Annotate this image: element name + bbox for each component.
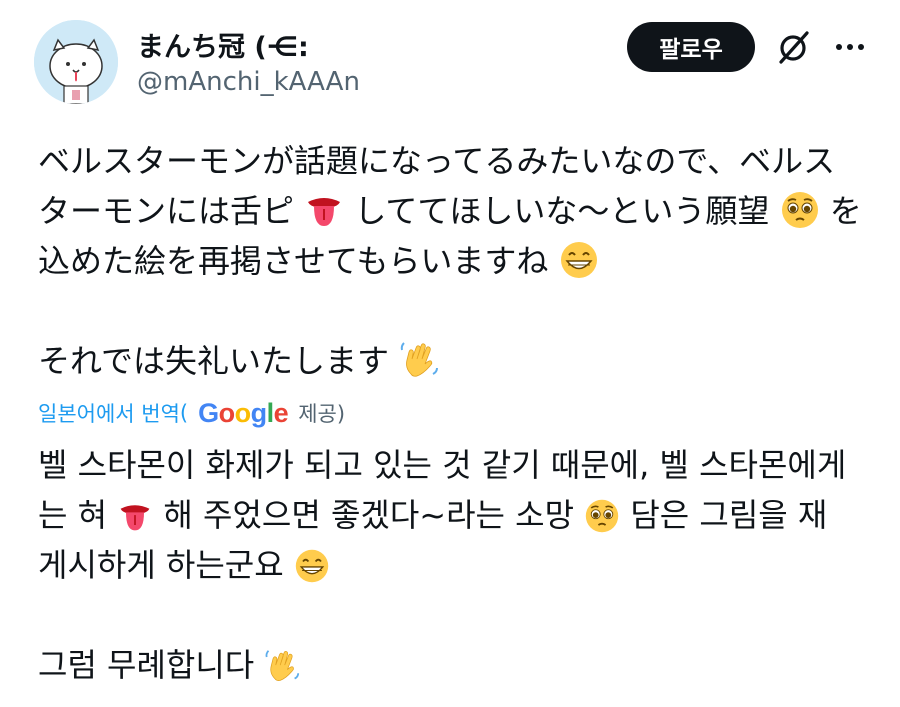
google-logo: Google	[198, 397, 289, 428]
author-handle[interactable]: @mAnchi_kAAAn	[137, 67, 360, 97]
translated-from-label[interactable]: 일본어에서 번역	[38, 398, 180, 428]
tongue-emoji-icon	[308, 198, 341, 226]
translated-text-line-3: 게시하게 하는군요	[38, 540, 878, 590]
post-text-segment: 込めた絵を再掲させてもらいますね	[38, 242, 549, 280]
post-text-segment: ターモンには舌ピ	[38, 192, 295, 230]
translated-text-line-4: 그럼 무례합니다	[38, 640, 878, 690]
translated-text-segment: 게시하게 하는군요	[38, 546, 294, 584]
post-text-segment: それでは失礼いたします	[38, 342, 390, 380]
post-text-line-3: 込めた絵を再掲させてもらいますね	[38, 236, 878, 286]
provided-by-label: 제공)	[298, 402, 346, 426]
pleading-face-emoji-icon	[585, 499, 619, 533]
post-text-line-4: それでは失礼いたします	[38, 336, 878, 386]
translated-text-segment: 그럼 무례합니다	[38, 646, 265, 684]
avatar[interactable]	[34, 20, 118, 104]
waving-hand-emoji-icon	[400, 342, 439, 377]
avatar-image	[34, 20, 118, 104]
post-text-segment: を	[829, 192, 862, 230]
pleading-face-emoji-icon	[781, 192, 818, 228]
post-text-line-2: ターモンには舌ピ しててほしいな〜という願望 を	[38, 186, 878, 236]
follow-button[interactable]: 팔로우	[627, 22, 755, 72]
translated-text-line-1: 벨 스타몬이 화제가 되고 있는 것 같기 때문에, 벨 스타몬에게	[38, 446, 847, 484]
translated-text-line-2: 는 혀 해 주었으면 좋겠다~라는 소망 담은 그림을 재	[38, 490, 878, 540]
tongue-emoji-icon	[120, 505, 150, 531]
slashed-circle-icon[interactable]	[776, 29, 812, 65]
waving-hand-emoji-icon	[266, 650, 300, 681]
author-display-name[interactable]: まんち冠 (⋲:	[137, 25, 309, 64]
post-text-line-1: ベルスターモンが話題になってるみたいなので、ベルス	[38, 142, 836, 180]
translated-text-segment: 는 혀	[38, 496, 118, 534]
post-text-segment: しててほしいな〜という願望	[354, 192, 770, 230]
translate-attribution[interactable]: 일본어에서 번역 ( Google 제공)	[38, 392, 345, 434]
open-paren: (	[179, 401, 189, 425]
grinning-face-emoji-icon	[295, 549, 329, 583]
translated-text-segment: 해 주었으면 좋겠다~라는 소망	[163, 496, 585, 534]
translated-text-segment: 담은 그림을 재	[630, 496, 828, 534]
more-dots-icon[interactable]	[832, 32, 868, 62]
grinning-face-emoji-icon	[560, 242, 597, 278]
